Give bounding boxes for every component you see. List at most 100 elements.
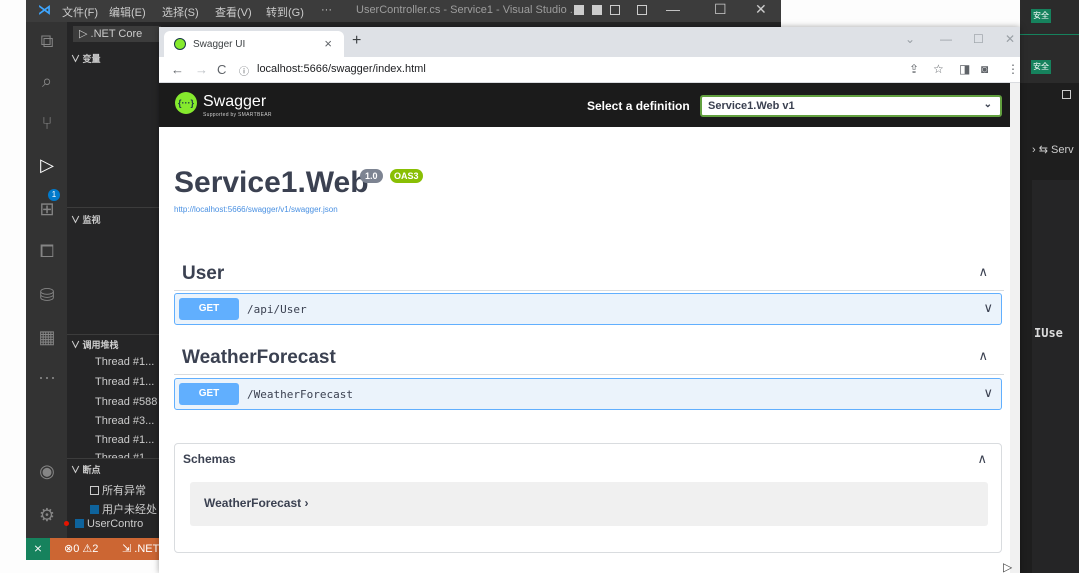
checkbox[interactable] [90, 486, 99, 495]
checkbox-checked[interactable] [90, 505, 99, 514]
maximize-icon[interactable]: ☐ [714, 1, 727, 18]
tag-weatherforecast[interactable]: WeatherForecast ∧ [174, 339, 1004, 375]
side-panel-icon[interactable]: ◨ [959, 62, 970, 76]
close-icon[interactable]: ✕ [1005, 32, 1015, 46]
thread-item[interactable]: Thread #1... [95, 356, 154, 368]
search-icon[interactable]: ⌕ [36, 70, 58, 92]
close-icon[interactable]: ✕ [755, 1, 767, 18]
toggle-sidebar-icon[interactable] [574, 5, 584, 15]
schema-item[interactable]: WeatherForecast › [190, 482, 988, 526]
problems-indicator[interactable]: ⊗0 ⚠2 [64, 542, 98, 555]
activity-bar: ⧉ ⌕ ⑂ ▷ 1 ⊞ ⧠ ⛁ ▦ ··· ◉ ⚙ [26, 22, 67, 538]
thread-item[interactable]: Thread #588 [95, 396, 157, 408]
menu-goto[interactable]: 转到(G) [266, 4, 304, 20]
section-watch[interactable]: ∨ 监视 [71, 213, 101, 226]
tree-item[interactable]: › ⇆ Serv [1032, 143, 1074, 156]
minimize-icon[interactable]: — [666, 1, 680, 17]
url-field[interactable]: localhost:5666/swagger/index.html [257, 63, 426, 75]
operation-get-user[interactable]: GET /api/User ∨ [174, 293, 1002, 325]
swagger-content: Service1.Web 1.0 OAS3 http://localhost:5… [159, 127, 1020, 573]
section-variables[interactable]: ∨ 变量 [71, 52, 101, 65]
section-breakpoints[interactable]: ∨ 断点 [71, 463, 101, 476]
tree-item-label: Serv [1051, 144, 1074, 156]
oas-badge: OAS3 [390, 169, 423, 183]
breakpoint-item[interactable]: 用户未经处 [90, 501, 157, 517]
breakpoint-item[interactable]: 所有异常 [90, 482, 146, 498]
menu-more[interactable]: ··· [321, 4, 332, 16]
share-icon[interactable]: ⇪ [909, 62, 919, 76]
section-call-stack[interactable]: ∨ 调用堆栈 [71, 338, 119, 351]
breakpoint-item[interactable]: UserContro [75, 518, 143, 530]
launch-label: .NET [134, 543, 160, 555]
forward-icon[interactable]: → [195, 62, 208, 77]
minimize-icon[interactable]: — [940, 32, 952, 46]
divider [67, 458, 161, 459]
tag-name: WeatherForecast [182, 347, 336, 368]
chevron-up-icon[interactable]: ∧ [978, 348, 988, 364]
source-control-icon[interactable]: ⑂ [36, 112, 58, 134]
menu-edit[interactable]: 编辑(E) [109, 4, 146, 20]
schema-label: WeatherForecast [204, 496, 302, 510]
checkbox-checked[interactable] [75, 519, 84, 528]
definition-value: Service1.Web v1 [708, 100, 795, 112]
maximize-icon[interactable] [1062, 90, 1071, 99]
breakpoints-label: 断点 [82, 465, 101, 475]
run-config-row: ▷ .NET Core [67, 22, 161, 44]
definition-select[interactable]: Service1.Web v1 ⌄ [700, 95, 1002, 117]
swagger-favicon-icon [174, 38, 186, 50]
chevron-down-icon[interactable]: ∨ [983, 300, 993, 316]
docker-icon[interactable]: ▦ [36, 326, 58, 348]
tag-user[interactable]: User ∧ [174, 255, 1004, 291]
menu-kebab-icon[interactable]: ⋮ [1007, 62, 1019, 76]
chevron-up-icon[interactable]: ∧ [978, 264, 988, 280]
toggle-panel-icon[interactable] [592, 5, 602, 15]
vscode-logo-icon: ⋊ [38, 2, 51, 17]
menu-selection[interactable]: 选择(S) [162, 4, 199, 20]
chevron-up-icon[interactable]: ∧ [977, 451, 987, 467]
operation-get-weatherforecast[interactable]: GET /WeatherForecast ∨ [174, 378, 1002, 410]
site-info-icon[interactable]: ⓘ [239, 63, 249, 78]
maximize-icon[interactable]: ☐ [973, 32, 984, 46]
extensions-icon[interactable]: ⊞ [36, 198, 58, 220]
back-icon[interactable]: ← [171, 62, 184, 77]
thread-item[interactable]: Thread #1... [95, 376, 154, 388]
start-debug-icon[interactable]: ▷ [79, 28, 91, 40]
operation-path: /WeatherForecast [247, 388, 353, 401]
explorer-icon[interactable]: ⧉ [36, 30, 58, 52]
launch-indicator[interactable]: ⇲ .NET [122, 542, 159, 555]
database-icon[interactable]: ⛁ [36, 284, 58, 306]
customize-layout-icon[interactable] [637, 5, 647, 15]
remote-explorer-icon[interactable]: ⧠ [36, 240, 58, 262]
manage-gear-icon[interactable]: ⚙ [36, 504, 58, 526]
address-bar: ← → C ⓘ localhost:5666/swagger/index.htm… [159, 57, 1020, 83]
run-config-select[interactable]: ▷ .NET Core [73, 26, 161, 42]
watch-label: 监视 [82, 215, 101, 225]
remote-icon[interactable]: ⨯ [26, 538, 50, 560]
scrollbar[interactable] [1010, 83, 1020, 573]
spec-link[interactable]: http://localhost:5666/swagger/v1/swagger… [174, 205, 338, 214]
account-icon[interactable]: ◉ [36, 460, 58, 482]
profile-icon[interactable]: ◙ [981, 62, 988, 76]
divider [1020, 34, 1079, 35]
browser-tab[interactable]: Swagger UI × [164, 31, 344, 57]
thread-item[interactable]: Thread #3... [95, 415, 154, 427]
menu-file[interactable]: 文件(F) [62, 4, 98, 20]
new-tab-icon[interactable]: + [352, 32, 361, 50]
swagger-logo-icon[interactable]: {···} [175, 92, 197, 114]
bookmark-star-icon[interactable]: ☆ [933, 62, 944, 76]
breakpoint-dot-icon [64, 521, 69, 526]
swagger-brand[interactable]: Swagger [203, 93, 266, 111]
more-views-icon[interactable]: ··· [36, 366, 58, 388]
close-tab-icon[interactable]: × [324, 36, 332, 51]
method-badge: GET [179, 383, 239, 405]
reload-icon[interactable]: C [217, 62, 226, 77]
schemas-title[interactable]: Schemas [183, 452, 236, 466]
menu-view[interactable]: 查看(V) [215, 4, 252, 20]
thread-item[interactable]: Thread #1... [95, 434, 154, 446]
chevron-down-icon[interactable]: ∨ [983, 385, 993, 401]
schema-name: WeatherForecast › [204, 496, 309, 510]
run-debug-icon[interactable]: ▷ [36, 154, 58, 176]
tab-search-icon[interactable]: ⌄ [905, 32, 915, 46]
toggle-secondary-sidebar-icon[interactable] [610, 5, 620, 15]
tab-bar: Swagger UI × + ⌄ — ☐ ✕ [159, 27, 1020, 57]
